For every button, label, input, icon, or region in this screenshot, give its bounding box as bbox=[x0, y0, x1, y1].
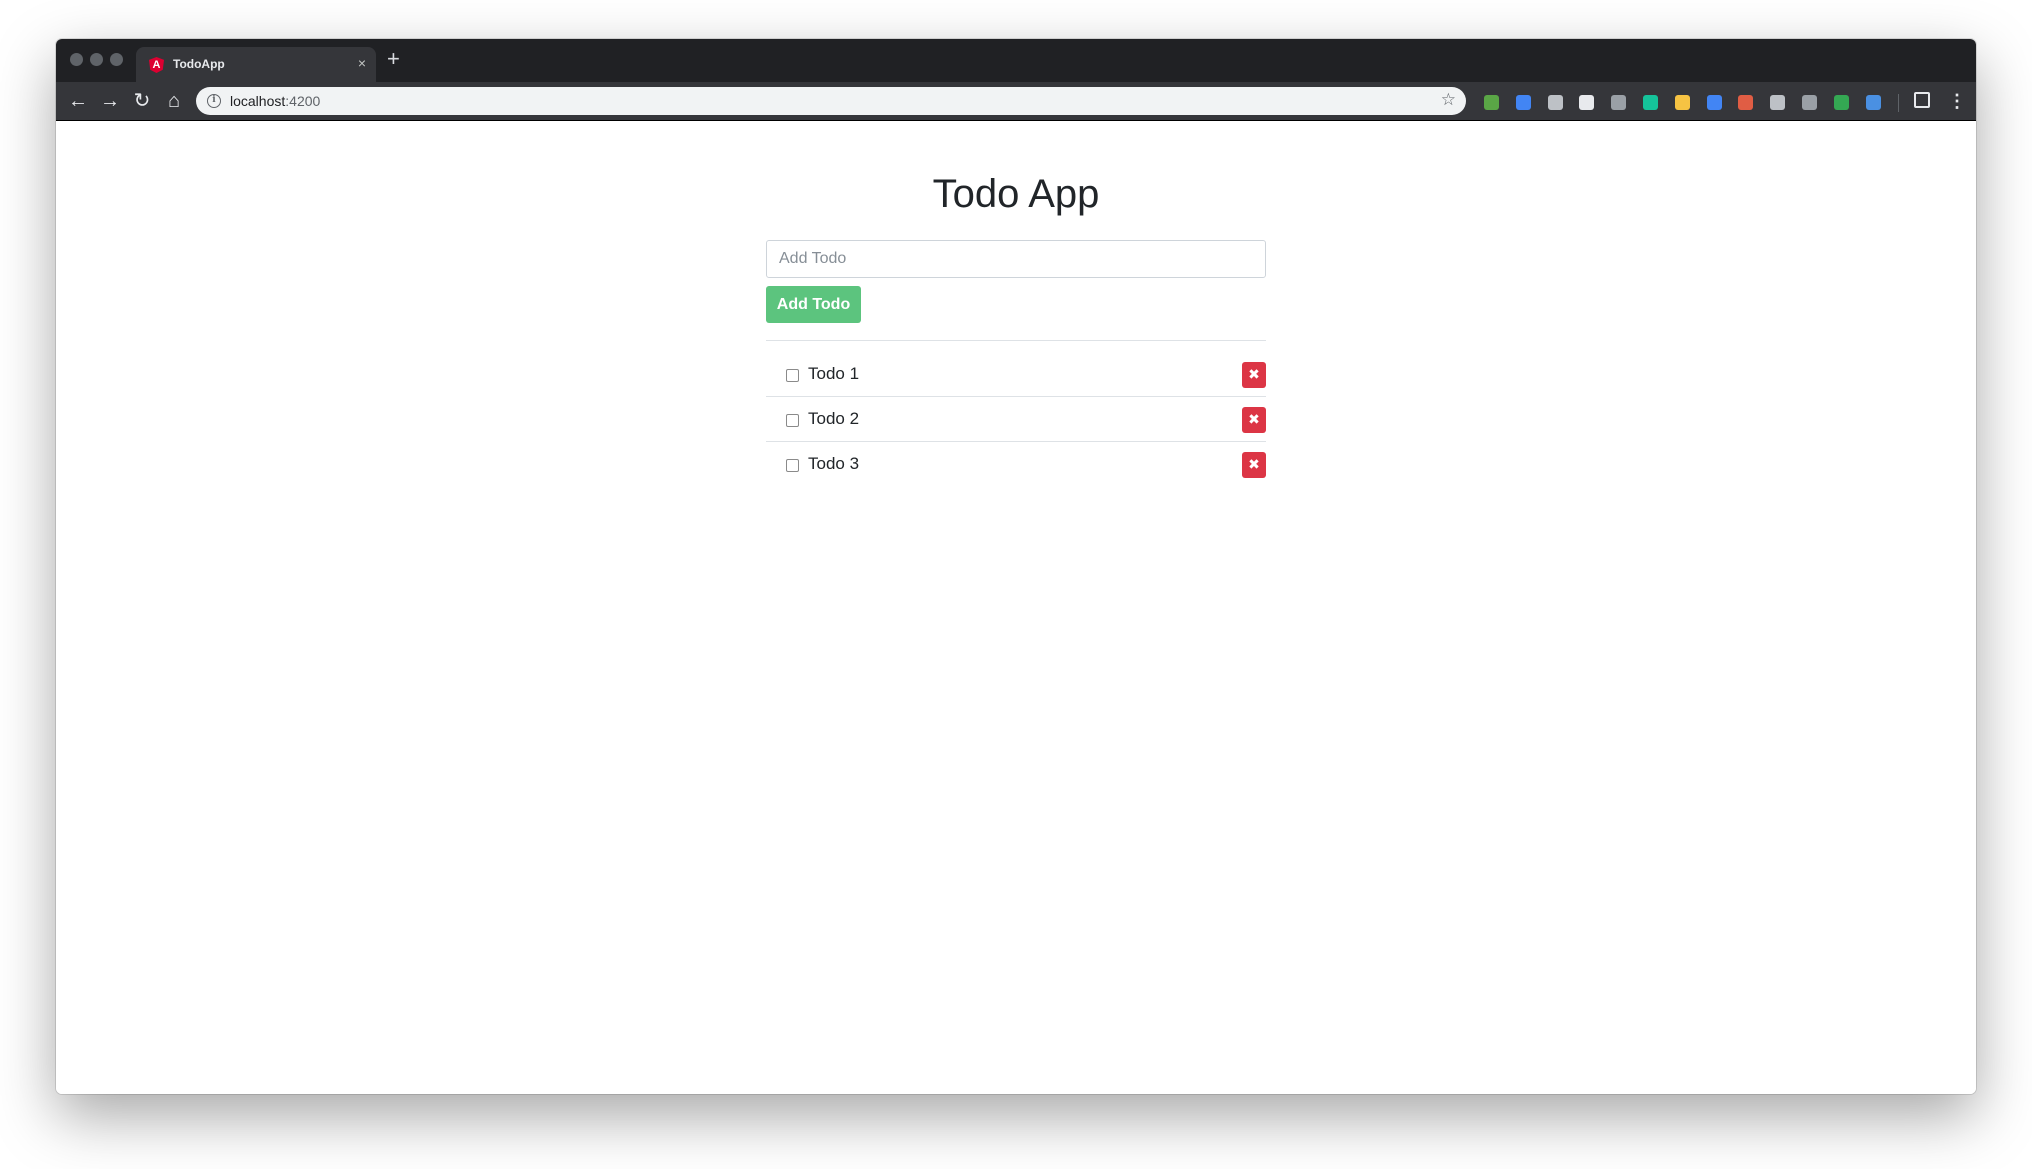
new-tab-button[interactable]: + bbox=[387, 48, 400, 70]
note-ext-icon[interactable] bbox=[1674, 95, 1690, 110]
divider bbox=[766, 340, 1266, 341]
todo-checkbox[interactable] bbox=[786, 369, 799, 382]
url-host: localhost bbox=[230, 93, 286, 109]
add-todo-input[interactable] bbox=[766, 240, 1266, 278]
react-ext-icon[interactable] bbox=[1579, 95, 1595, 110]
add-todo-button[interactable]: Add Todo bbox=[766, 286, 861, 323]
back-button[interactable]: ← bbox=[66, 89, 90, 113]
site-info-icon[interactable]: i bbox=[207, 94, 221, 108]
square-ext-icon[interactable] bbox=[1706, 95, 1722, 110]
camera-ext-icon[interactable] bbox=[1547, 95, 1563, 110]
color-ext-icon[interactable] bbox=[1833, 95, 1849, 110]
tab-title: TodoApp bbox=[173, 57, 225, 71]
browser-tab[interactable]: A TodoApp × bbox=[136, 47, 376, 82]
todo-item: Todo 1 ✖ bbox=[766, 352, 1266, 397]
todo-checkbox[interactable] bbox=[786, 414, 799, 427]
todo-label: Todo 2 bbox=[808, 409, 860, 428]
todo-item: Todo 3 ✖ bbox=[766, 442, 1266, 487]
browser-toolbar: ← → ↻ ⌂ i localhost:4200 ☆ ⋮ bbox=[56, 82, 1976, 121]
todo-label: Todo 1 bbox=[808, 364, 860, 383]
title-bar: A TodoApp × + bbox=[56, 39, 1976, 82]
delete-todo-button[interactable]: ✖ bbox=[1242, 362, 1266, 388]
address-bar[interactable]: i localhost:4200 ☆ bbox=[196, 87, 1466, 115]
pen-ext-icon[interactable] bbox=[1515, 95, 1531, 110]
reload-button[interactable]: ↻ bbox=[130, 89, 154, 113]
url-text: localhost:4200 bbox=[230, 93, 320, 109]
delete-todo-button[interactable]: ✖ bbox=[1242, 407, 1266, 433]
url-port: :4200 bbox=[285, 93, 321, 109]
toolbar-divider bbox=[1898, 94, 1899, 112]
window-ext-icon[interactable] bbox=[1865, 95, 1881, 110]
page-content: Todo App Add Todo Todo 1 ✖ Todo 2 ✖ Todo… bbox=[56, 122, 1976, 1094]
page-title: Todo App bbox=[932, 172, 1100, 216]
todo-item: Todo 2 ✖ bbox=[766, 397, 1266, 442]
node-ext-icon[interactable] bbox=[1484, 95, 1499, 110]
todo-list: Todo 1 ✖ Todo 2 ✖ Todo 3 ✖ bbox=[766, 352, 1266, 487]
todo-label: Todo 3 bbox=[808, 454, 860, 473]
grammarly-ext-icon[interactable] bbox=[1643, 95, 1658, 110]
delete-todo-button[interactable]: ✖ bbox=[1242, 452, 1266, 478]
todo-checkbox[interactable] bbox=[786, 459, 799, 472]
maximize-window-button[interactable] bbox=[110, 53, 123, 66]
code-ext-icon[interactable] bbox=[1611, 95, 1627, 110]
lock-ext-icon[interactable] bbox=[1802, 95, 1817, 110]
browser-menu-icon[interactable]: ⋮ bbox=[1948, 89, 1966, 113]
bookmark-star-icon[interactable]: ☆ bbox=[1441, 90, 1456, 110]
extensions-menu-icon[interactable] bbox=[1914, 92, 1930, 108]
angular-favicon-icon: A bbox=[149, 57, 164, 73]
asterisk-ext-icon[interactable] bbox=[1738, 95, 1754, 110]
minimize-window-button[interactable] bbox=[90, 53, 103, 66]
home-button[interactable]: ⌂ bbox=[162, 89, 186, 113]
browser-window: A TodoApp × + ← → ↻ ⌂ i localhost:4200 ☆… bbox=[56, 39, 1976, 1094]
tab-close-icon[interactable]: × bbox=[358, 55, 366, 71]
forward-button[interactable]: → bbox=[98, 89, 122, 113]
close-window-button[interactable] bbox=[70, 53, 83, 66]
vue-ext-icon[interactable] bbox=[1770, 95, 1786, 110]
